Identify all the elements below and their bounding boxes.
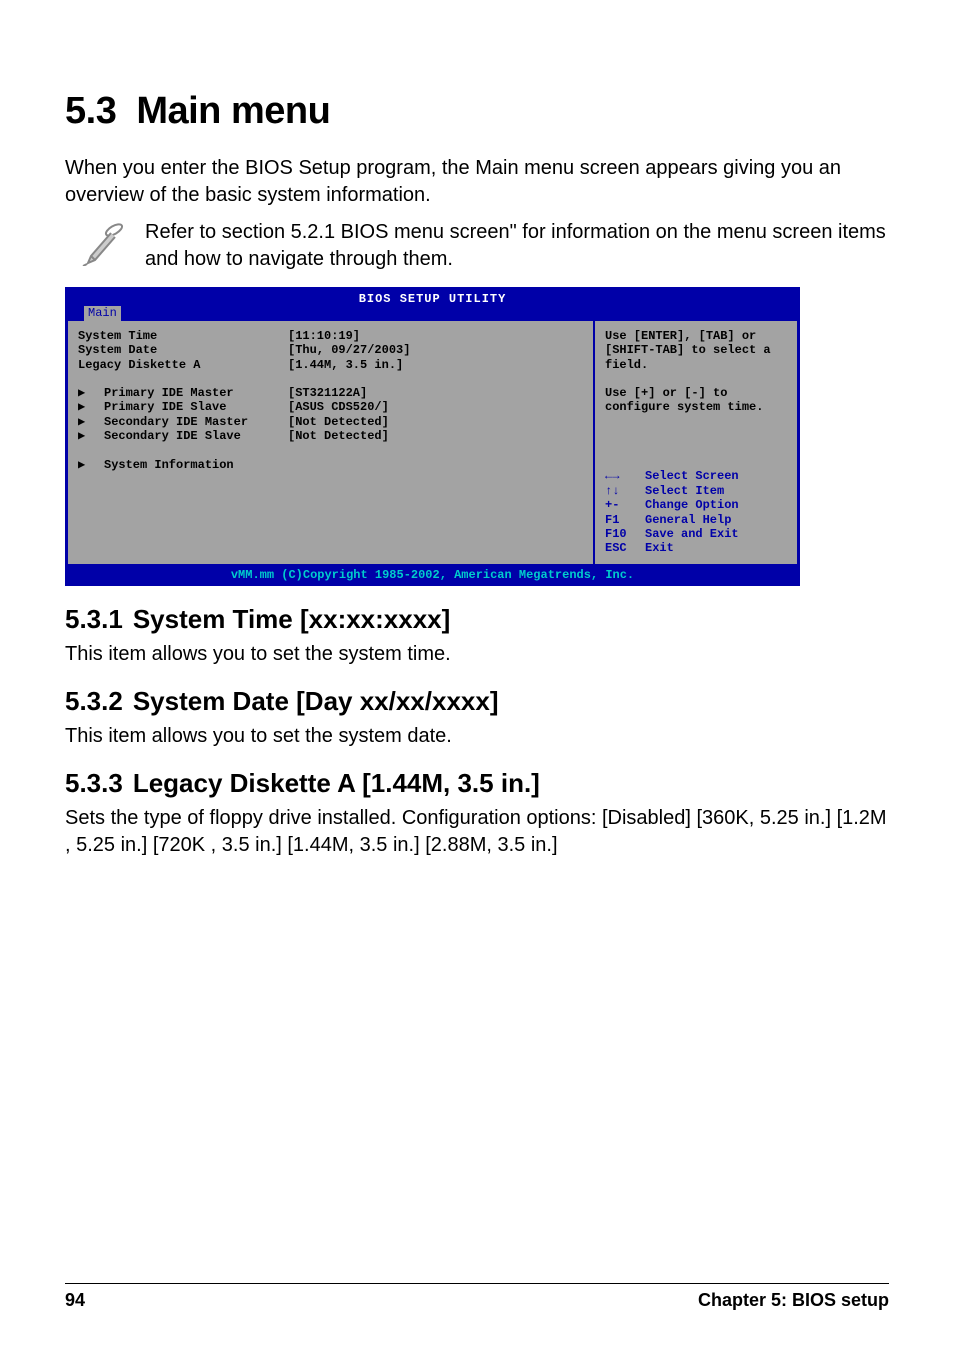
sub-item: ▶ Secondary IDE Slave [Not Detected] <box>78 429 583 443</box>
chapter-label: Chapter 5: BIOS setup <box>698 1290 889 1311</box>
sub-item: ▶ Primary IDE Slave [ASUS CDS520/] <box>78 400 583 414</box>
triangle-right-icon: ▶ <box>78 400 104 414</box>
section-heading: 5.3 Main menu <box>65 90 889 133</box>
key-action: Select Screen <box>645 469 739 483</box>
sub-value: [ASUS CDS520/] <box>288 400 389 414</box>
sub-label: Primary IDE Slave <box>104 400 288 414</box>
bios-key-legend: ←→Select Screen ↑↓Select Item +-Change O… <box>605 469 787 555</box>
sub-item: ▶ System Information <box>78 458 583 472</box>
page-footer: 94 Chapter 5: BIOS setup <box>65 1283 889 1311</box>
sub-label: Secondary IDE Slave <box>104 429 288 443</box>
sub-value: [ST321122A] <box>288 386 367 400</box>
subsection-title: System Time [xx:xx:xxxx] <box>133 604 450 634</box>
key-action: General Help <box>645 513 731 527</box>
subsection-body: This item allows you to set the system d… <box>65 723 889 750</box>
triangle-right-icon: ▶ <box>78 458 104 472</box>
sub-item: ▶ Primary IDE Master [ST321122A] <box>78 386 583 400</box>
triangle-right-icon: ▶ <box>78 415 104 429</box>
subsection-title: Legacy Diskette A [1.44M, 3.5 in.] <box>133 768 540 798</box>
system-time-label: System Time <box>78 329 288 343</box>
note-icon <box>65 219 145 271</box>
subsection-heading: 5.3.3 Legacy Diskette A [1.44M, 3.5 in.] <box>65 768 889 799</box>
sub-value: [Not Detected] <box>288 429 389 443</box>
diskette-label: Legacy Diskette A <box>78 358 288 372</box>
key-action: Select Item <box>645 484 724 498</box>
help-text-2: Use [+] or [-] to configure system time. <box>605 386 787 415</box>
subsection-number: 5.3.2 <box>65 686 123 716</box>
subsection-heading: 5.3.2 System Date [Day xx/xx/xxxx] <box>65 686 889 717</box>
sub-value: [Not Detected] <box>288 415 389 429</box>
key: +- <box>605 498 645 512</box>
bios-title: BIOS SETUP UTILITY <box>68 290 797 306</box>
key-action: Save and Exit <box>645 527 739 541</box>
key: ESC <box>605 541 645 555</box>
bios-screenshot: BIOS SETUP UTILITY Main System Time [11:… <box>65 287 800 586</box>
bios-main-panel: System Time [11:10:19] System Date [Thu,… <box>68 321 595 564</box>
sub-item: ▶ Secondary IDE Master [Not Detected] <box>78 415 583 429</box>
subsection-body: Sets the type of floppy drive installed.… <box>65 805 889 859</box>
bios-help-panel: Use [ENTER], [TAB] or [SHIFT-TAB] to sel… <box>595 321 797 564</box>
help-text-1: Use [ENTER], [TAB] or [SHIFT-TAB] to sel… <box>605 329 787 372</box>
bios-tab-main: Main <box>84 306 121 320</box>
key: ↑↓ <box>605 484 645 498</box>
system-time-value: [11:10:19] <box>288 329 360 343</box>
sub-label: Secondary IDE Master <box>104 415 288 429</box>
subsection-number: 5.3.1 <box>65 604 123 634</box>
sysinfo-label: System Information <box>104 458 288 472</box>
sub-label: Primary IDE Master <box>104 386 288 400</box>
triangle-right-icon: ▶ <box>78 386 104 400</box>
key: F1 <box>605 513 645 527</box>
intro-paragraph: When you enter the BIOS Setup program, t… <box>65 155 889 209</box>
subsection-number: 5.3.3 <box>65 768 123 798</box>
key-action: Change Option <box>645 498 739 512</box>
subsection-body: This item allows you to set the system t… <box>65 641 889 668</box>
system-date-value: [Thu, 09/27/2003] <box>288 343 410 357</box>
page-number: 94 <box>65 1290 85 1311</box>
note-block: Refer to section 5.2.1 BIOS menu screen"… <box>65 219 889 273</box>
key-action: Exit <box>645 541 674 555</box>
key: ←→ <box>605 469 645 483</box>
system-date-label: System Date <box>78 343 288 357</box>
section-number: 5.3 <box>65 90 116 133</box>
diskette-value: [1.44M, 3.5 in.] <box>288 358 403 372</box>
section-title-text: Main menu <box>136 90 330 132</box>
note-text: Refer to section 5.2.1 BIOS menu screen"… <box>145 219 889 273</box>
triangle-right-icon: ▶ <box>78 429 104 443</box>
subsection-heading: 5.3.1 System Time [xx:xx:xxxx] <box>65 604 889 635</box>
subsection-title: System Date [Day xx/xx/xxxx] <box>133 686 499 716</box>
bios-tabs: Main <box>68 306 797 320</box>
bios-copyright: vMM.mm (C)Copyright 1985-2002, American … <box>68 564 797 583</box>
key: F10 <box>605 527 645 541</box>
